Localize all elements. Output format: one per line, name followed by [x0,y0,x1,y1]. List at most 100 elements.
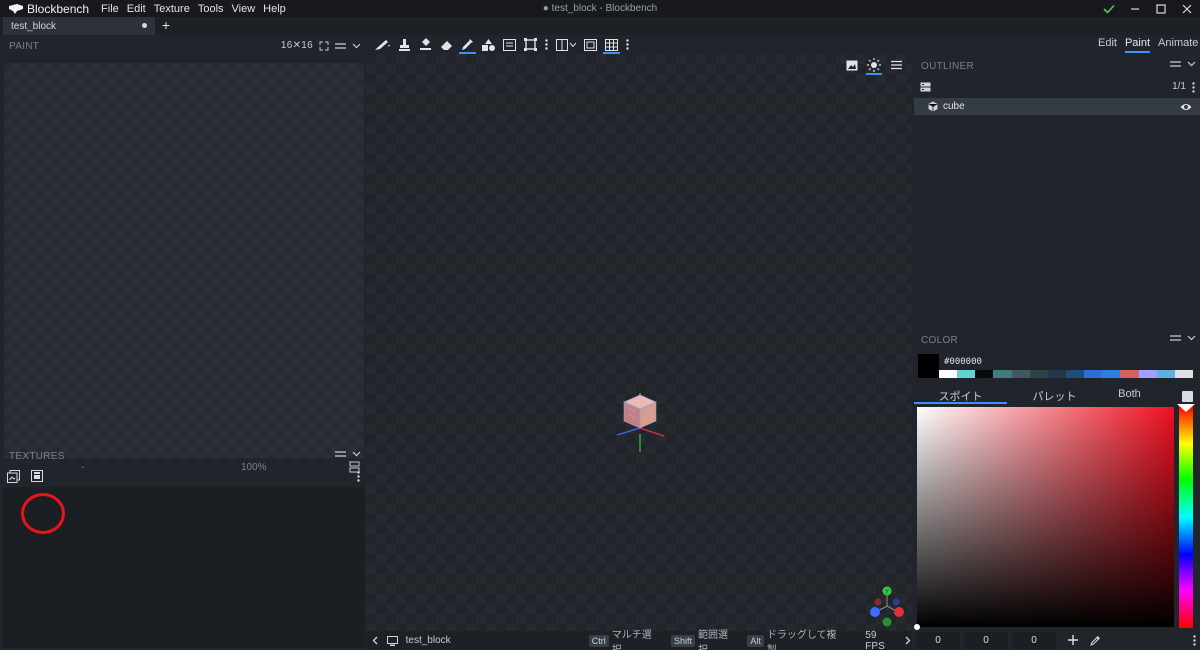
blue-input[interactable]: 0 [1012,631,1056,649]
chevron-left-icon[interactable] [370,636,380,645]
tab-eyedropper[interactable]: スポイト [914,386,1007,404]
selection-tool-icon[interactable] [520,35,541,54]
hex-value[interactable]: #000000 [944,357,982,367]
chevron-down-icon[interactable] [1187,61,1196,67]
uv-resolution[interactable]: 16✕16 [281,40,313,51]
mode-edit[interactable]: Edit [1098,37,1117,51]
more-tools-icon[interactable] [541,35,552,54]
menu-help[interactable]: Help [261,3,292,15]
palette-swatch[interactable] [993,370,1012,378]
axis-gizmo[interactable]: Y [866,584,908,628]
saved-check-icon [1096,0,1122,17]
menu-view[interactable]: View [230,3,262,15]
fullscreen-icon[interactable] [319,41,329,51]
copy-paste-tool-icon[interactable] [499,35,520,54]
svg-text:Y: Y [885,590,889,596]
key-hint-ctrl: Ctrl [588,634,609,647]
eraser-tool-icon[interactable] [436,35,457,54]
key-hint-alt: Alt [747,634,764,647]
color-panel-header: COLOR [914,330,1200,351]
brush-tool-icon[interactable] [370,35,394,54]
cube-model[interactable] [614,388,666,454]
textures-toolbar [3,468,365,486]
palette-swatch[interactable] [1029,370,1048,378]
green-input[interactable]: 0 [964,631,1008,649]
recent-colors-strip [939,370,1193,378]
saturation-value-picker[interactable] [914,407,1174,630]
more-options-icon[interactable] [1193,634,1196,646]
outliner-item-label: cube [943,101,965,112]
3d-viewport[interactable]: Y [366,54,912,631]
new-tab-button[interactable]: + [158,18,174,34]
grid-toggle-icon[interactable] [601,35,622,54]
palette-swatch[interactable] [1084,370,1103,378]
clone-stamp-tool-icon[interactable] [394,35,415,54]
palette-swatch[interactable] [939,370,958,378]
palette-swatch[interactable] [1156,370,1175,378]
fill-bucket-tool-icon[interactable] [415,35,436,54]
paint-panel-header: PAINT 16✕16 [3,36,365,57]
eyedropper-icon[interactable] [1090,635,1101,646]
outliner-panel: OUTLINER 1/1 cube [914,56,1200,328]
menu-tools[interactable]: Tools [196,3,230,15]
current-color-swatch[interactable] [918,354,939,378]
palette-swatch[interactable] [1174,370,1193,378]
palette-swatch[interactable] [1102,370,1121,378]
tab-both[interactable]: Both [1102,386,1157,404]
shape-tool-icon[interactable] [478,35,499,54]
chevron-right-icon[interactable] [904,636,912,645]
outliner-count: 1/1 [1172,81,1186,92]
chevron-down-icon[interactable] [1187,335,1196,341]
maximize-button[interactable] [1148,0,1174,17]
menu-edit[interactable]: Edit [125,3,152,15]
palette-swatch[interactable] [1047,370,1066,378]
add-color-icon[interactable] [1068,635,1078,645]
hue-slider[interactable] [1177,404,1195,628]
panel-menu-icon[interactable] [335,42,346,50]
hint-range-select: 範囲選択 [697,629,728,650]
mode-paint[interactable]: Paint [1124,37,1151,53]
pixel-grid-icon[interactable] [580,35,601,54]
hue-handle[interactable] [1177,404,1195,412]
mirror-painting-icon[interactable] [552,35,580,54]
menu-texture[interactable]: Texture [152,3,196,15]
lighting-icon[interactable] [866,57,882,75]
import-texture-icon[interactable] [7,470,20,483]
chevron-down-icon[interactable] [352,451,361,457]
menu-file[interactable]: File [99,3,125,15]
more-options-icon[interactable] [1192,82,1195,93]
palette-swatch[interactable] [1120,370,1139,378]
chevron-down-icon[interactable] [352,43,361,49]
app-name: Blockbench [27,1,90,16]
panel-menu-icon[interactable] [1170,334,1181,342]
hint-multi-select: マルチ選択 [611,629,652,650]
minimize-button[interactable] [1122,0,1148,17]
red-input[interactable]: 0 [916,631,960,649]
mode-selector: Edit Paint Animate [1098,37,1198,53]
expand-toggle-icon[interactable] [1182,388,1193,404]
image-icon[interactable] [844,57,860,73]
uv-paint-canvas[interactable] [4,63,364,458]
color-picker-tabs: スポイト パレット Both [914,386,1200,404]
eye-visibility-icon[interactable] [1180,103,1192,111]
palette-swatch[interactable] [975,370,994,378]
color-picker-tool-icon[interactable] [457,35,478,54]
project-tab[interactable]: test_block [3,17,155,35]
project-tab-label: test_block [11,21,57,32]
create-texture-icon[interactable] [31,470,43,482]
palette-swatch[interactable] [957,370,976,378]
blockbench-logo-icon [7,0,25,17]
outliner-item[interactable]: cube [914,98,1200,115]
more-options-icon[interactable] [622,35,633,54]
palette-swatch[interactable] [1065,370,1085,378]
panel-menu-icon[interactable] [335,450,346,458]
panel-menu-icon[interactable] [1170,60,1181,68]
mode-animate[interactable]: Animate [1158,37,1198,51]
close-button[interactable] [1174,0,1200,17]
palette-swatch[interactable] [1011,370,1030,378]
palette-swatch[interactable] [1138,370,1157,378]
tab-palette[interactable]: パレット [1007,386,1102,404]
viewport-menu-icon[interactable] [888,57,904,73]
toggle-groups-icon[interactable] [920,82,931,92]
more-options-icon[interactable] [357,471,360,482]
